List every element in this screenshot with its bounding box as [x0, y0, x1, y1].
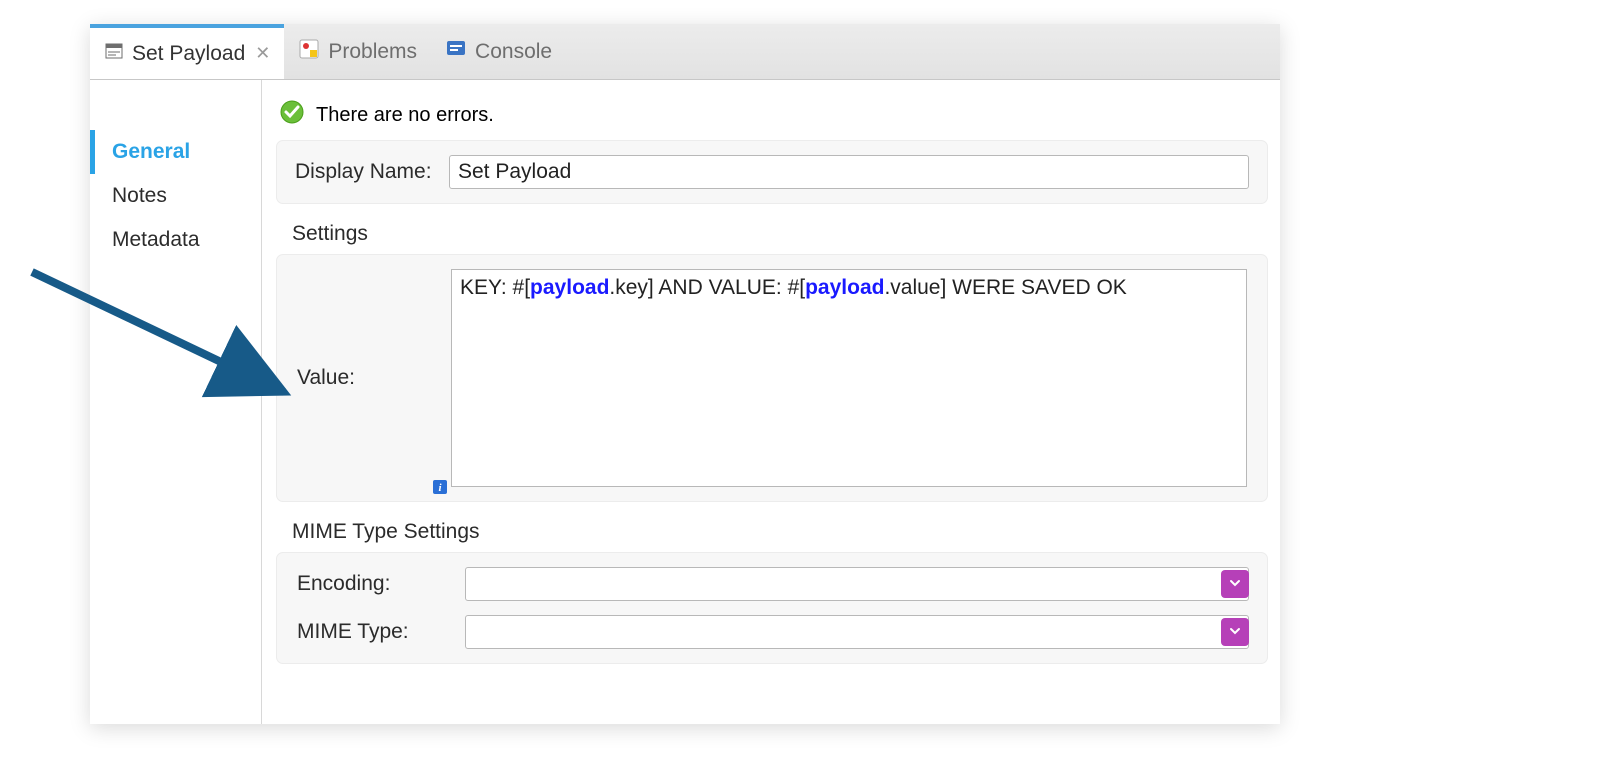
panel-body: General Notes Metadata There are no erro…	[90, 80, 1280, 724]
tab-console[interactable]: Console	[431, 24, 566, 79]
settings-group: Value: KEY: #[payload.key] AND VALUE: #[…	[276, 254, 1268, 502]
mime-type-label: MIME Type:	[295, 620, 453, 644]
status-row: There are no errors.	[276, 98, 1268, 140]
encoding-dropdown-button[interactable]	[1221, 570, 1249, 598]
encoding-label: Encoding:	[295, 572, 453, 596]
value-label: Value:	[297, 366, 439, 390]
value-keyword-payload: payload	[805, 276, 884, 299]
chevron-down-icon	[1228, 621, 1242, 644]
tab-set-payload[interactable]: Set Payload ✕	[90, 24, 284, 79]
status-text: There are no errors.	[316, 104, 494, 127]
tab-label: Console	[475, 40, 552, 64]
encoding-combo[interactable]	[465, 567, 1249, 601]
close-icon[interactable]: ✕	[255, 43, 270, 64]
value-text-part2: .value] WERE SAVED OK	[884, 276, 1126, 299]
mime-section-label: MIME Type Settings	[292, 520, 1268, 544]
tab-label: Problems	[328, 40, 417, 64]
sidebar-item-general[interactable]: General	[90, 130, 261, 174]
value-keyword-payload: payload	[530, 276, 609, 299]
display-name-input[interactable]	[449, 155, 1249, 189]
sidebar-item-notes[interactable]: Notes	[90, 174, 261, 218]
mime-group: Encoding: MIME Type:	[276, 552, 1268, 664]
set-payload-icon	[104, 41, 124, 67]
display-name-label: Display Name:	[295, 160, 437, 184]
console-icon	[445, 38, 467, 66]
value-textarea[interactable]: KEY: #[payload.key] AND VALUE: #[payload…	[451, 269, 1247, 487]
info-icon[interactable]: i	[433, 477, 447, 491]
value-text-part0: KEY: #[	[460, 276, 530, 299]
mime-type-dropdown-button[interactable]	[1221, 618, 1249, 646]
settings-section-label: Settings	[292, 222, 1268, 246]
tab-problems[interactable]: Problems	[284, 24, 431, 79]
status-ok-icon	[280, 100, 304, 130]
tab-label: Set Payload	[132, 42, 245, 66]
problems-icon	[298, 38, 320, 66]
display-name-group: Display Name:	[276, 140, 1268, 204]
sidebar-item-metadata[interactable]: Metadata	[90, 218, 261, 262]
main-content: There are no errors. Display Name: Setti…	[262, 80, 1280, 724]
tab-bar: Set Payload ✕ Problems Console	[90, 24, 1280, 80]
chevron-down-icon	[1228, 573, 1242, 596]
sidebar: General Notes Metadata	[90, 80, 262, 724]
value-text-part1: .key] AND VALUE: #[	[609, 276, 805, 299]
properties-panel: Set Payload ✕ Problems Console	[90, 24, 1280, 724]
mime-type-combo[interactable]	[465, 615, 1249, 649]
